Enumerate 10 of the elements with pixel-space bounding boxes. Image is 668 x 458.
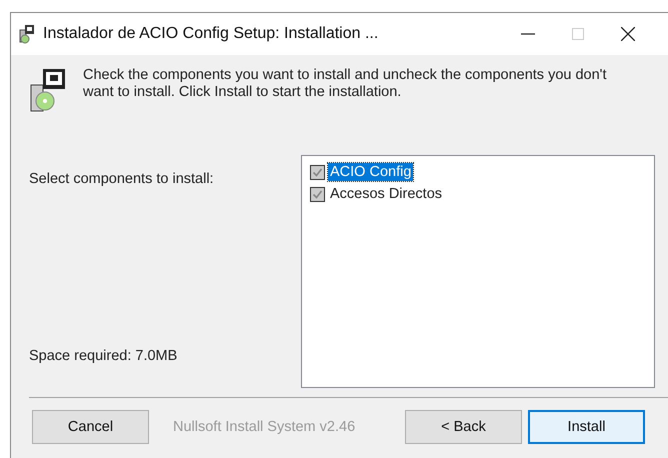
components-label: Select components to install: <box>29 171 215 187</box>
close-icon[interactable] <box>621 27 635 41</box>
space-required-text: Space required: 7.0MB <box>29 348 178 364</box>
dialog-button[interactable]: Cancel <box>32 410 149 444</box>
dialog-button[interactable]: Install <box>528 410 645 444</box>
instructions-text: Check the components you want to install and uncheck the components you don't want to install. Click Install to start the installation. <box>83 67 608 101</box>
branding-text: Nullsoft Install System v2.46 <box>172 419 356 435</box>
dialog-button[interactable]: < Back <box>405 410 522 444</box>
window-title: Instalador de ACIO Config Setup: Installation ... <box>43 25 378 43</box>
installer-icon <box>17 24 37 44</box>
